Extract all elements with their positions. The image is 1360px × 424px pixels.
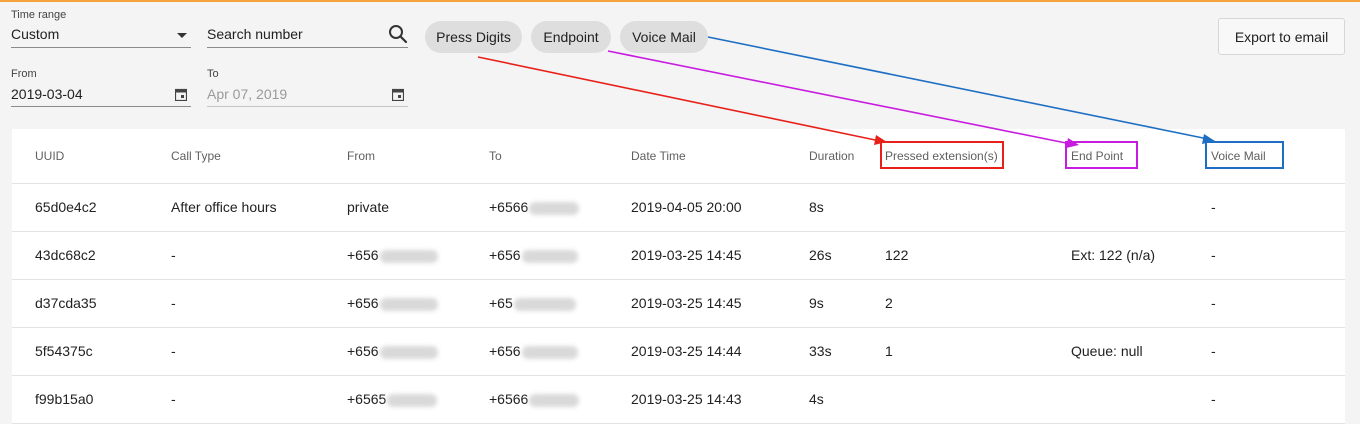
chip-endpoint[interactable]: Endpoint [531,21,611,53]
cell-date-time: 2019-03-25 14:44 [631,343,742,359]
cell-call-type: - [171,247,176,263]
redacted-number [521,345,578,359]
col-to[interactable]: To [489,149,502,163]
cell-to: +656 [489,343,578,359]
from-date-field[interactable]: 2019-03-04 [11,84,191,106]
redacted-number [387,393,438,407]
col-call-type[interactable]: Call Type [171,149,221,163]
cell-voice-mail: - [1211,247,1216,263]
cell-from: private [347,199,390,215]
from-underline [11,106,191,107]
table-row[interactable]: f99b15a0 - +6565 +6566 2019-03-25 14:43 … [12,376,1345,424]
cell-duration: 26s [809,247,832,263]
cell-call-type: - [171,295,176,311]
cell-to-text: +6566 [489,199,529,215]
to-date-value: Apr 07, 2019 [207,86,288,102]
cell-from-text: +6565 [347,391,387,407]
cell-pressed: 1 [885,343,893,359]
col-duration[interactable]: Duration [809,149,854,163]
cell-end-point: Queue: null [1071,343,1143,359]
cell-date-time: 2019-03-25 14:45 [631,247,742,263]
cell-to: +656 [489,247,578,263]
table-row[interactable]: 5f54375c - +656 +656 2019-03-25 14:44 33… [12,328,1345,376]
cell-duration: 8s [809,199,824,215]
cell-date-time: 2019-03-25 14:45 [631,295,742,311]
cell-duration: 4s [809,391,824,407]
time-range-label: Time range [11,9,67,21]
calendar-icon[interactable] [392,88,404,101]
cell-date-time: 2019-04-05 20:00 [631,199,742,215]
redacted-number [529,393,580,407]
search-input[interactable]: Search number [207,26,303,42]
redacted-number [379,297,438,311]
annotation-box-end-point [1065,141,1138,169]
call-log-table: UUID Call Type From To Date Time Duratio… [12,129,1345,424]
to-underline [207,106,408,107]
chip-voice-mail[interactable]: Voice Mail [620,21,708,53]
annotation-box-pressed-extensions [880,141,1004,169]
cell-duration: 33s [809,343,832,359]
cell-duration: 9s [809,295,824,311]
top-accent-line [0,0,1360,2]
cell-voice-mail: - [1211,391,1216,407]
cell-to: +6566 [489,199,580,215]
col-date-time[interactable]: Date Time [631,149,686,163]
redacted-number [529,201,580,215]
redacted-number [513,297,576,311]
search-icon[interactable] [388,24,408,44]
table-row[interactable]: 65d0e4c2 After office hours private +656… [12,184,1345,232]
cell-pressed: 2 [885,295,893,311]
cell-from-text: +656 [347,247,379,263]
calendar-icon[interactable] [175,88,187,101]
chip-press-digits[interactable]: Press Digits [425,21,522,53]
from-label: From [11,68,37,80]
table-header: UUID Call Type From To Date Time Duratio… [12,129,1345,184]
cell-to-text: +656 [489,343,521,359]
from-date-value: 2019-03-04 [11,86,83,102]
table-row[interactable]: d37cda35 - +656 +65 2019-03-25 14:45 9s … [12,280,1345,328]
cell-uuid: f99b15a0 [35,391,94,407]
cell-from-text: +656 [347,343,379,359]
cell-pressed: 122 [885,247,909,263]
cell-voice-mail: - [1211,343,1216,359]
cell-uuid: 5f54375c [35,343,93,359]
cell-end-point: Ext: 122 (n/a) [1071,247,1156,263]
col-from[interactable]: From [347,149,375,163]
to-label: To [207,68,219,80]
to-date-field[interactable]: Apr 07, 2019 [207,84,408,106]
cell-to: +6566 [489,391,580,407]
cell-date-time: 2019-03-25 14:43 [631,391,742,407]
cell-call-type: After office hours [171,199,277,215]
table-row[interactable]: 43dc68c2 - +656 +656 2019-03-25 14:45 26… [12,232,1345,280]
chevron-down-icon [177,33,187,38]
export-to-email-button[interactable]: Export to email [1218,18,1345,55]
cell-from: +656 [347,247,438,263]
cell-uuid: 43dc68c2 [35,247,96,263]
cell-to-text: +6566 [489,391,529,407]
cell-uuid: d37cda35 [35,295,97,311]
cell-from: +6565 [347,391,438,407]
cell-call-type: - [171,343,176,359]
cell-to-text: +65 [489,295,513,311]
time-range-underline [11,47,191,48]
redacted-number [521,249,578,263]
cell-call-type: - [171,391,176,407]
cell-voice-mail: - [1211,295,1216,311]
cell-to: +65 [489,295,576,311]
cell-from: +656 [347,343,438,359]
annotation-box-voice-mail [1205,141,1284,169]
redacted-number [379,249,438,263]
redacted-number [379,345,438,359]
arrow-voice-mail [707,36,1209,140]
time-range-select[interactable]: Custom [11,24,191,48]
cell-voice-mail: - [1211,199,1216,215]
cell-from-text: +656 [347,295,379,311]
search-underline [207,47,408,48]
cell-from: +656 [347,295,438,311]
cell-to-text: +656 [489,247,521,263]
time-range-value: Custom [11,26,60,42]
col-uuid[interactable]: UUID [35,149,64,163]
search-field[interactable]: Search number [207,24,408,48]
cell-uuid: 65d0e4c2 [35,199,97,215]
